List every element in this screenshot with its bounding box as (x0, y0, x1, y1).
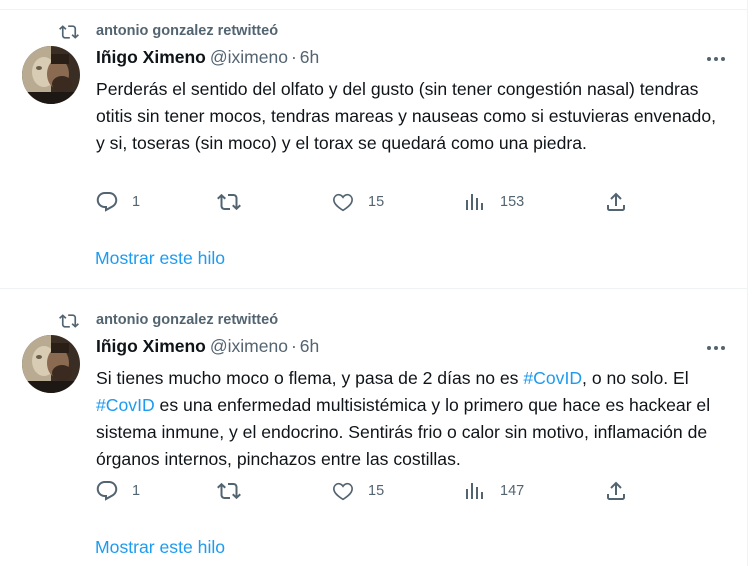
reply-count: 1 (132, 483, 141, 499)
share-upload-icon (607, 192, 625, 211)
retweet-icon (59, 314, 79, 328)
view-count: 153 (500, 194, 525, 210)
more-dots-icon[interactable] (702, 48, 730, 70)
author-handle[interactable]: @iximeno (210, 336, 288, 356)
tweet-2[interactable]: antonio gonzalez retwitteó Iñigo Ximeno @… (0, 289, 747, 566)
analytics-bars-icon (466, 194, 483, 210)
more-dots-icon[interactable] (702, 337, 730, 359)
retweet-context[interactable]: antonio gonzalez retwitteó (0, 20, 600, 44)
heart-icon (333, 482, 353, 501)
tweet-1[interactable]: antonio gonzalez retwitteó Iñigo Ximeno @… (0, 0, 747, 289)
timeline-top-border (0, 9, 747, 10)
avatar[interactable] (22, 46, 80, 104)
tweet-actions: 1 15 153 (0, 188, 747, 216)
header-separator: · (290, 47, 297, 67)
tweet-text-segment: Perderás el sentido del olfato y del gus… (96, 79, 716, 153)
like-count: 15 (368, 194, 385, 210)
avatar[interactable] (22, 335, 80, 393)
hashtag-link[interactable]: #CovID (96, 395, 155, 415)
tweet-text-segment: es una enfermedad multisistémica y lo pr… (96, 395, 711, 469)
tweet-text: Si tienes mucho moco o flema, y pasa de … (96, 365, 726, 473)
heart-icon (333, 193, 353, 212)
retweet-context[interactable]: antonio gonzalez retwitteó (0, 309, 600, 333)
like-count: 15 (368, 483, 385, 499)
retweet-icon (217, 193, 241, 211)
header-separator: · (290, 336, 297, 356)
tweet-text: Perderás el sentido del olfato y del gus… (96, 76, 726, 157)
retweet-icon (217, 482, 241, 500)
author-name[interactable]: Iñigo Ximeno (96, 336, 206, 356)
view-count: 147 (500, 483, 525, 499)
tweet-header: Iñigo Ximeno @iximeno · 6h (96, 336, 319, 360)
show-thread-link[interactable]: Mostrar este hilo (95, 248, 225, 269)
tweet-time[interactable]: 6h (300, 336, 319, 356)
show-thread-link[interactable]: Mostrar este hilo (95, 537, 225, 558)
hashtag-link[interactable]: #CovID (523, 368, 582, 388)
reply-count: 1 (132, 194, 141, 210)
retweeter-label[interactable]: antonio gonzalez retwitteó (96, 312, 278, 328)
share-upload-icon (607, 481, 625, 500)
author-name[interactable]: Iñigo Ximeno (96, 47, 206, 67)
analytics-bars-icon (466, 483, 483, 499)
retweeter-label[interactable]: antonio gonzalez retwitteó (96, 23, 278, 39)
tweet-text-segment: , o no solo. El (582, 368, 689, 388)
tweet-text-segment: Si tienes mucho moco o flema, y pasa de … (96, 368, 524, 388)
tweet-actions: 1 15 147 (0, 477, 747, 505)
reply-bubble-icon (96, 192, 118, 212)
reply-bubble-icon (96, 481, 118, 501)
author-handle[interactable]: @iximeno (210, 47, 288, 67)
tweet-time[interactable]: 6h (300, 47, 319, 67)
timeline-right-border (747, 0, 748, 566)
retweet-icon (59, 25, 79, 39)
tweet-header: Iñigo Ximeno @iximeno · 6h (96, 47, 319, 71)
